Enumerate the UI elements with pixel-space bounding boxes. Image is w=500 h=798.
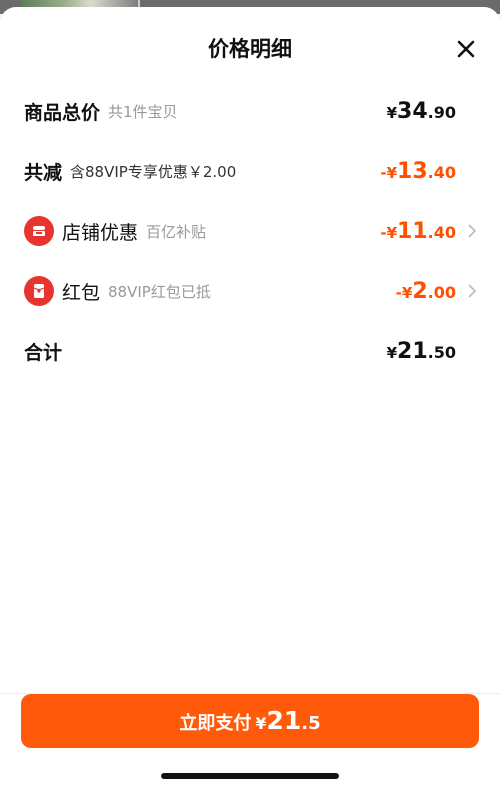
currency-sign: ¥	[386, 343, 398, 362]
chevron-right-icon[interactable]	[466, 223, 478, 239]
red-packet-icon	[24, 276, 54, 306]
amount-integer: 2	[412, 278, 428, 304]
sum-label: 合计	[24, 341, 63, 364]
amount-integer: 21	[397, 338, 428, 364]
amount-integer: 34	[397, 98, 428, 124]
currency-sign: -¥	[380, 223, 398, 242]
total-reduce-row: 共减 含88VIP专享优惠￥2.00 -¥ 13 .40	[0, 151, 500, 191]
amount-integer: 11	[397, 218, 428, 244]
currency-sign: ¥	[255, 714, 267, 733]
pay-amount-decimal: .5	[301, 713, 321, 734]
goods-total-amount: ¥ 34 .90	[387, 99, 456, 124]
amount-decimal: .40	[427, 222, 456, 242]
pay-now-button[interactable]: 立即支付 ¥ 21 .5	[21, 694, 479, 748]
red-packet-row[interactable]: 红包 88VIP红包已抵 -¥ 2 .00	[0, 271, 500, 311]
amount-decimal: .00	[427, 282, 456, 302]
home-indicator[interactable]	[161, 773, 339, 779]
red-packet-note: 88VIP红包已抵	[108, 282, 211, 301]
red-packet-amount: -¥ 2 .00	[396, 279, 456, 304]
amount-integer: 13	[397, 158, 428, 184]
currency-sign: -¥	[395, 283, 413, 302]
total-reduce-note: 含88VIP专享优惠￥2.00	[70, 162, 237, 181]
shop-icon	[24, 216, 54, 246]
chevron-right-icon[interactable]	[466, 283, 478, 299]
total-reduce-label: 共减	[24, 161, 63, 184]
amount-decimal: .50	[427, 342, 456, 362]
sum-amount: ¥ 21 .50	[387, 339, 456, 364]
shop-discount-amount: -¥ 11 .40	[380, 219, 456, 244]
shop-discount-row[interactable]: 店铺优惠 百亿补贴 -¥ 11 .40	[0, 211, 500, 251]
goods-total-row: 商品总价 共1件宝贝 ¥ 34 .90	[0, 91, 500, 131]
pay-button-label: 立即支付	[179, 713, 252, 734]
amount-decimal: .40	[427, 162, 456, 182]
red-packet-label: 红包	[62, 281, 101, 304]
sum-row: 合计 ¥ 21 .50	[0, 331, 500, 371]
goods-total-label: 商品总价	[24, 101, 101, 124]
currency-sign: -¥	[380, 163, 398, 182]
amount-decimal: .90	[427, 102, 456, 122]
price-detail-sheet: 价格明细 商品总价 共1件宝贝 ¥ 34 .90 共减 含88VIP专享优惠￥2…	[0, 7, 500, 798]
currency-sign: ¥	[386, 103, 398, 122]
goods-total-count: 共1件宝贝	[108, 102, 178, 121]
shop-discount-label: 店铺优惠	[62, 221, 139, 244]
pay-amount-integer: 21	[266, 706, 302, 735]
close-icon[interactable]	[452, 35, 480, 63]
total-reduce-amount: -¥ 13 .40	[380, 159, 456, 184]
shop-discount-note: 百亿补贴	[146, 222, 207, 241]
sheet-title: 价格明细	[208, 37, 292, 61]
